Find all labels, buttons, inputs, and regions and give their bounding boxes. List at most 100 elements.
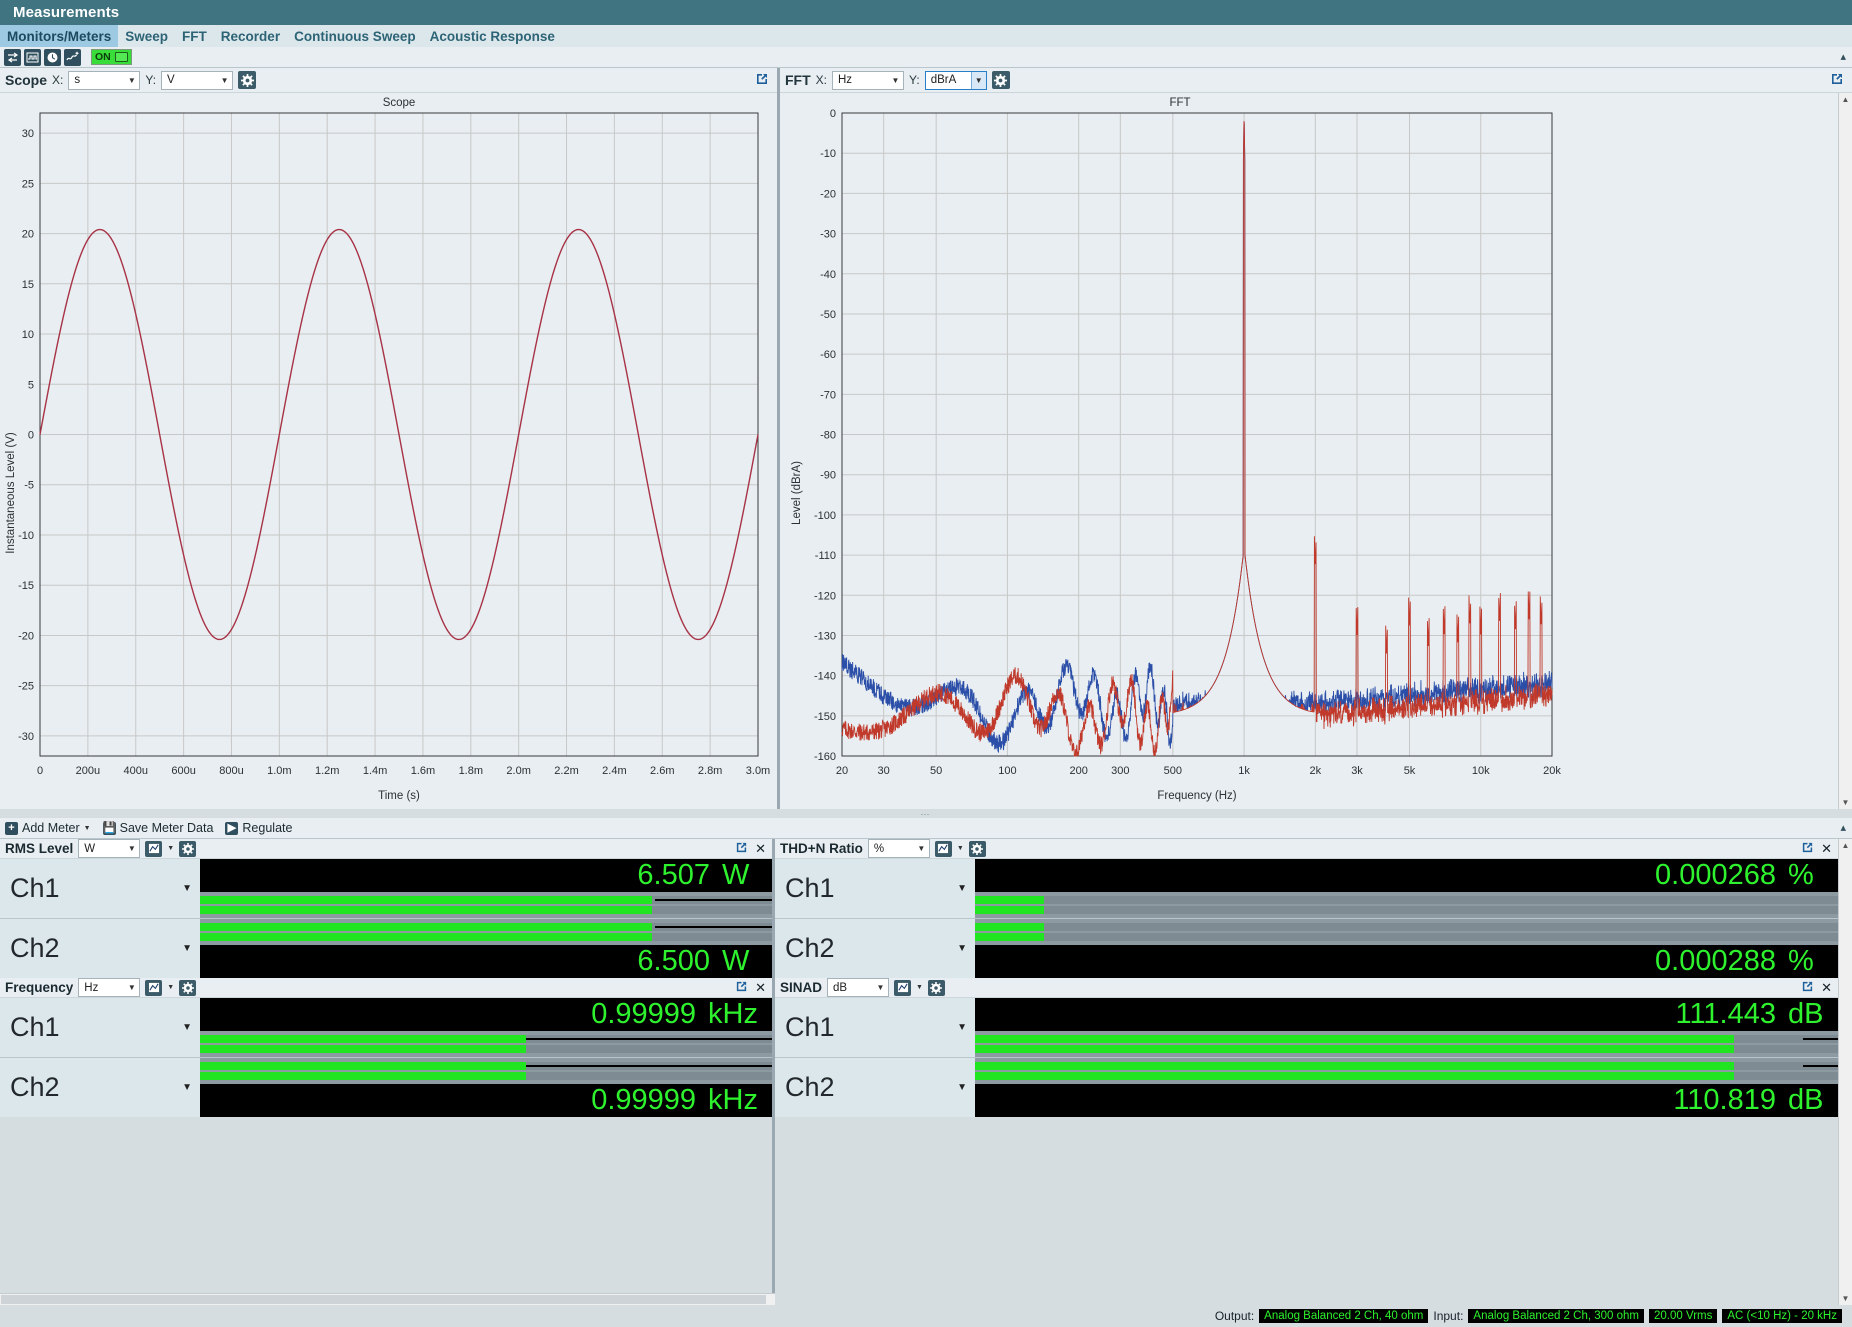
svg-text:10: 10 [22, 329, 34, 341]
scroll-up-icon[interactable]: ▲ [1842, 839, 1850, 852]
channel-selector-ch2[interactable]: Ch2 ▼ [775, 919, 975, 978]
chevron-down-icon[interactable]: ▼ [167, 845, 174, 852]
svg-text:2.8m: 2.8m [698, 765, 722, 777]
tab-monitors-meters[interactable]: Monitors/Meters [0, 25, 119, 47]
meter-graph-icon[interactable] [145, 840, 163, 857]
svg-text:10k: 10k [1472, 765, 1490, 777]
tab-recorder[interactable]: Recorder [214, 25, 287, 47]
bar-track [200, 933, 772, 941]
trend-add-icon[interactable] [64, 48, 81, 66]
waveform-icon[interactable] [24, 48, 41, 66]
meter-graph-icon[interactable] [934, 840, 952, 857]
scroll-down-icon[interactable]: ▼ [1842, 796, 1850, 809]
bar-needle [654, 926, 772, 928]
channel-selector-ch1[interactable]: Ch1 ▼ [775, 998, 975, 1057]
channel-selector-ch1[interactable]: Ch1 ▼ [0, 859, 200, 918]
meter-row: Ch2 ▼ 0.99999 kHz [0, 1057, 772, 1117]
scope-plot[interactable]: Scope 30 25 20 15 10 5 0 -5 -10 -15 -20 -25 -30 0 200… [0, 93, 777, 809]
meter-popout-icon[interactable] [735, 980, 748, 996]
meters-vertical-scrollbar[interactable]: ▲ ▼ [1838, 839, 1852, 1305]
meter-value: 0.99999 [591, 1084, 697, 1116]
fft-x-unit-select[interactable]: Hz ▼ [832, 70, 904, 90]
meter-settings-gear-icon[interactable] [968, 840, 986, 857]
scroll-up-icon[interactable]: ▲ [1842, 93, 1850, 106]
panel-splitter[interactable]: ⋯ [0, 809, 1852, 818]
svg-text:-10: -10 [18, 530, 34, 542]
scope-x-unit-select[interactable]: s ▼ [68, 70, 141, 90]
fft-popout-icon[interactable] [1830, 72, 1844, 89]
transfer-icon[interactable] [4, 48, 21, 66]
generator-on-toggle[interactable]: ON [91, 49, 132, 65]
channel-selector-ch2[interactable]: Ch2 ▼ [0, 1058, 200, 1117]
scroll-down-icon[interactable]: ▼ [1842, 1292, 1850, 1305]
meter-unit-select[interactable]: Hz ▼ [78, 978, 141, 997]
level-chip[interactable]: 20.00 Vrms [1649, 1309, 1718, 1323]
chevron-down-icon[interactable]: ▼ [916, 984, 923, 991]
chevron-down-icon[interactable]: ▼ [957, 845, 964, 852]
add-meter-button[interactable]: + Add Meter ▼ [5, 821, 91, 835]
scope-popout-icon[interactable] [755, 72, 769, 89]
scope-x-unit-value: s [74, 74, 81, 86]
chevron-down-icon: ▼ [83, 824, 91, 832]
meter-panel-sinad: SINAD dB ▼ ▼ ✕ Ch1 ▼ 111.443 dB Ch2 ▼ 11… [775, 978, 1838, 1117]
meter-value: 110.819 [1673, 1084, 1776, 1116]
svg-text:-80: -80 [820, 430, 836, 442]
meter-popout-icon[interactable] [1801, 841, 1814, 857]
toolbar-collapse-icon[interactable]: ▴ [1840, 50, 1846, 63]
input-config-chip[interactable]: Analog Balanced 2 Ch, 300 ohm [1468, 1309, 1644, 1323]
bandwidth-chip[interactable]: AC (<10 Hz) - 20 kHz [1722, 1309, 1842, 1323]
meter-toolbar: + Add Meter ▼ 💾 Save Meter Data ▶ Regula… [0, 818, 1852, 839]
bar-track [200, 1072, 772, 1080]
meter-unit-select[interactable]: W ▼ [78, 839, 141, 858]
meter-close-icon[interactable]: ✕ [1821, 841, 1832, 857]
channel-selector-ch1[interactable]: Ch1 ▼ [0, 998, 200, 1057]
scope-y-unit-select[interactable]: V ▼ [161, 70, 234, 90]
svg-text:2.4m: 2.4m [602, 765, 626, 777]
tab-acoustic-response[interactable]: Acoustic Response [423, 25, 562, 47]
svg-text:1.0m: 1.0m [267, 765, 291, 777]
chevron-down-icon[interactable]: ▼ [167, 984, 174, 991]
meter-header: Frequency Hz ▼ ▼ ✕ [0, 978, 772, 998]
meter-toolbar-collapse-icon[interactable]: ▴ [1840, 821, 1846, 834]
meter-popout-icon[interactable] [1801, 980, 1814, 996]
bar-fill [975, 1072, 1735, 1080]
bar-track [200, 1035, 772, 1043]
meter-unit-select[interactable]: % ▼ [867, 839, 930, 858]
fft-settings-gear-icon[interactable] [991, 71, 1010, 89]
meter-graph-icon[interactable] [145, 979, 163, 996]
output-config-chip[interactable]: Analog Balanced 2 Ch, 40 ohm [1259, 1309, 1429, 1323]
meter-graph-icon[interactable] [894, 979, 912, 996]
meter-close-icon[interactable]: ✕ [755, 980, 766, 996]
meter-body: Ch1 ▼ 0.000268 % Ch2 ▼ 0.000288 % [775, 859, 1838, 978]
bar-needle [526, 1038, 772, 1040]
meter-unit-value: Hz [84, 981, 99, 994]
meter-popout-icon[interactable] [735, 841, 748, 857]
meter-unit-select[interactable]: dB ▼ [827, 978, 890, 997]
meter-close-icon[interactable]: ✕ [755, 841, 766, 857]
scrollbar-thumb[interactable] [1, 1295, 766, 1304]
tab-continuous-sweep[interactable]: Continuous Sweep [287, 25, 423, 47]
clock-icon[interactable] [44, 48, 61, 66]
channel-selector-ch2[interactable]: Ch2 ▼ [0, 919, 200, 978]
meter-panel-thd-n-ratio: THD+N Ratio % ▼ ▼ ✕ Ch1 ▼ 0.000268 % Ch2… [775, 839, 1838, 978]
tab-sweep[interactable]: Sweep [118, 25, 175, 47]
fft-vertical-scrollbar[interactable]: ▲ ▼ [1838, 93, 1852, 809]
save-meter-data-button[interactable]: 💾 Save Meter Data [102, 821, 213, 835]
bar-track [975, 1072, 1838, 1080]
meter-row: Ch2 ▼ 6.500 W [0, 918, 772, 978]
meter-bargraph [975, 1031, 1838, 1057]
tab-fft[interactable]: FFT [175, 25, 214, 47]
meter-settings-gear-icon[interactable] [179, 979, 197, 996]
meters-horizontal-scrollbar[interactable] [0, 1293, 775, 1305]
channel-selector-ch1[interactable]: Ch1 ▼ [775, 859, 975, 918]
meter-settings-gear-icon[interactable] [179, 840, 197, 857]
regulate-button[interactable]: ▶ Regulate [225, 821, 292, 835]
meter-close-icon[interactable]: ✕ [1821, 980, 1832, 996]
meter-settings-gear-icon[interactable] [927, 979, 945, 996]
svg-text:-60: -60 [820, 349, 836, 361]
fft-y-unit-select[interactable]: dBrA ▼ [924, 70, 987, 90]
channel-selector-ch2[interactable]: Ch2 ▼ [775, 1058, 975, 1117]
fft-plot[interactable]: FFT 0 -10 -20 -30 -40 -50 -60 -70 -80 -90 -100 -110… [780, 93, 1852, 809]
svg-text:1.6m: 1.6m [411, 765, 435, 777]
scope-settings-gear-icon[interactable] [238, 71, 257, 89]
